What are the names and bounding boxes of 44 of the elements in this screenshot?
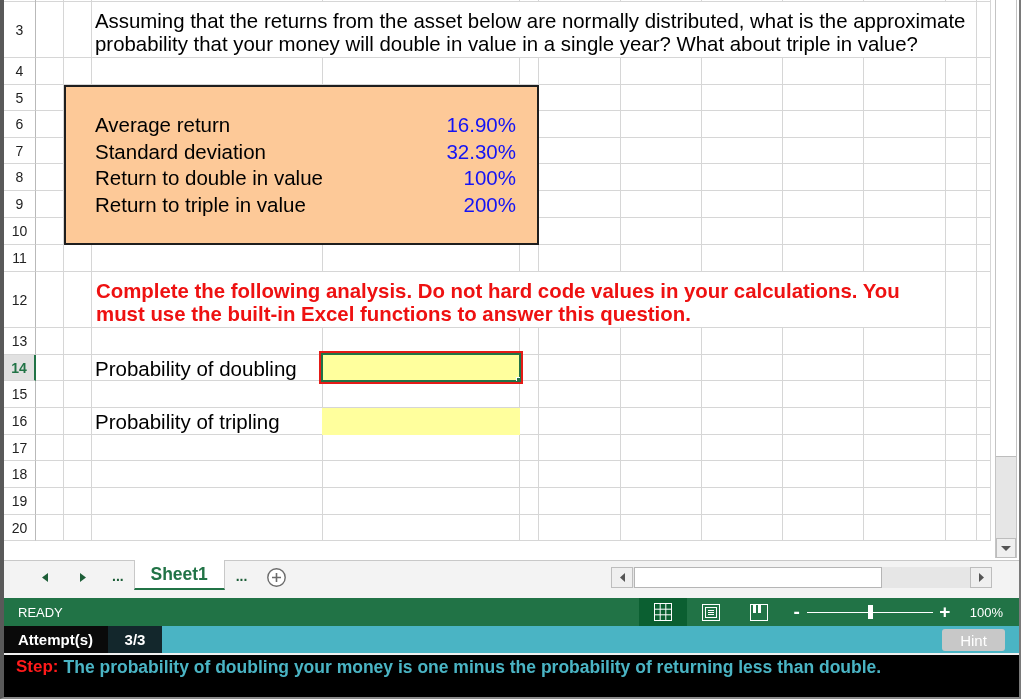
plus-circle-icon[interactable]	[267, 568, 287, 587]
scroll-down-button[interactable]	[996, 538, 1016, 558]
input-value: 100%	[463, 166, 516, 189]
page-layout-icon	[701, 603, 720, 621]
zoom-slider-thumb[interactable]	[867, 605, 873, 619]
step-label: Step:	[16, 657, 59, 677]
answer-label: Probability of tripling	[95, 410, 280, 433]
answer-label: Probability of doubling	[95, 356, 297, 380]
spreadsheet-grid[interactable]	[4, 0, 991, 541]
input-label: Average return	[95, 113, 231, 136]
zoom-in-button[interactable]: +	[934, 601, 955, 623]
input-value: 200%	[463, 193, 516, 216]
input-label: Return to double in value	[95, 166, 323, 189]
input-label: Standard deviation	[95, 139, 266, 163]
answer-field[interactable]	[322, 408, 520, 435]
fill-handle[interactable]	[516, 377, 520, 381]
caret-left-icon	[619, 573, 625, 582]
scrollbar-thumb[interactable]	[996, 0, 1016, 457]
caret-down-icon	[1001, 545, 1011, 551]
input-value: 32.30%	[446, 139, 516, 163]
status-mode: READY	[18, 604, 63, 620]
scroll-left-button[interactable]	[611, 567, 633, 588]
caret-left-icon[interactable]	[42, 573, 48, 582]
zoom-out-button[interactable]: -	[786, 601, 807, 623]
attempts-label: Attempt(s)	[4, 626, 108, 653]
more-sheets-button[interactable]: ...	[112, 567, 124, 585]
horizontal-scrollbar[interactable]	[611, 567, 992, 588]
view-button[interactable]	[638, 598, 687, 626]
answer-field[interactable]	[319, 351, 523, 384]
step-text: The probability of doubling your money is one minus the probability of returning less than double.	[63, 657, 882, 678]
scroll-right-button[interactable]	[970, 567, 992, 588]
attempts-count: 3/3	[108, 626, 162, 653]
more-sheets-button[interactable]: ...	[235, 567, 248, 585]
page-break-icon	[749, 603, 768, 621]
zoom-level: 100%	[969, 604, 1003, 620]
grid-icon	[653, 603, 672, 621]
row-number[interactable]: 14	[4, 355, 36, 381]
vertical-scrollbar[interactable]	[995, 0, 1017, 558]
caret-right-icon	[978, 573, 984, 582]
scrollbar-thumb[interactable]	[634, 567, 882, 588]
input-label: Return to triple in value	[95, 193, 306, 216]
sheet-tab[interactable]: Sheet1	[133, 560, 225, 590]
input-value: 16.90%	[446, 113, 516, 136]
caret-right-icon[interactable]	[80, 573, 86, 582]
